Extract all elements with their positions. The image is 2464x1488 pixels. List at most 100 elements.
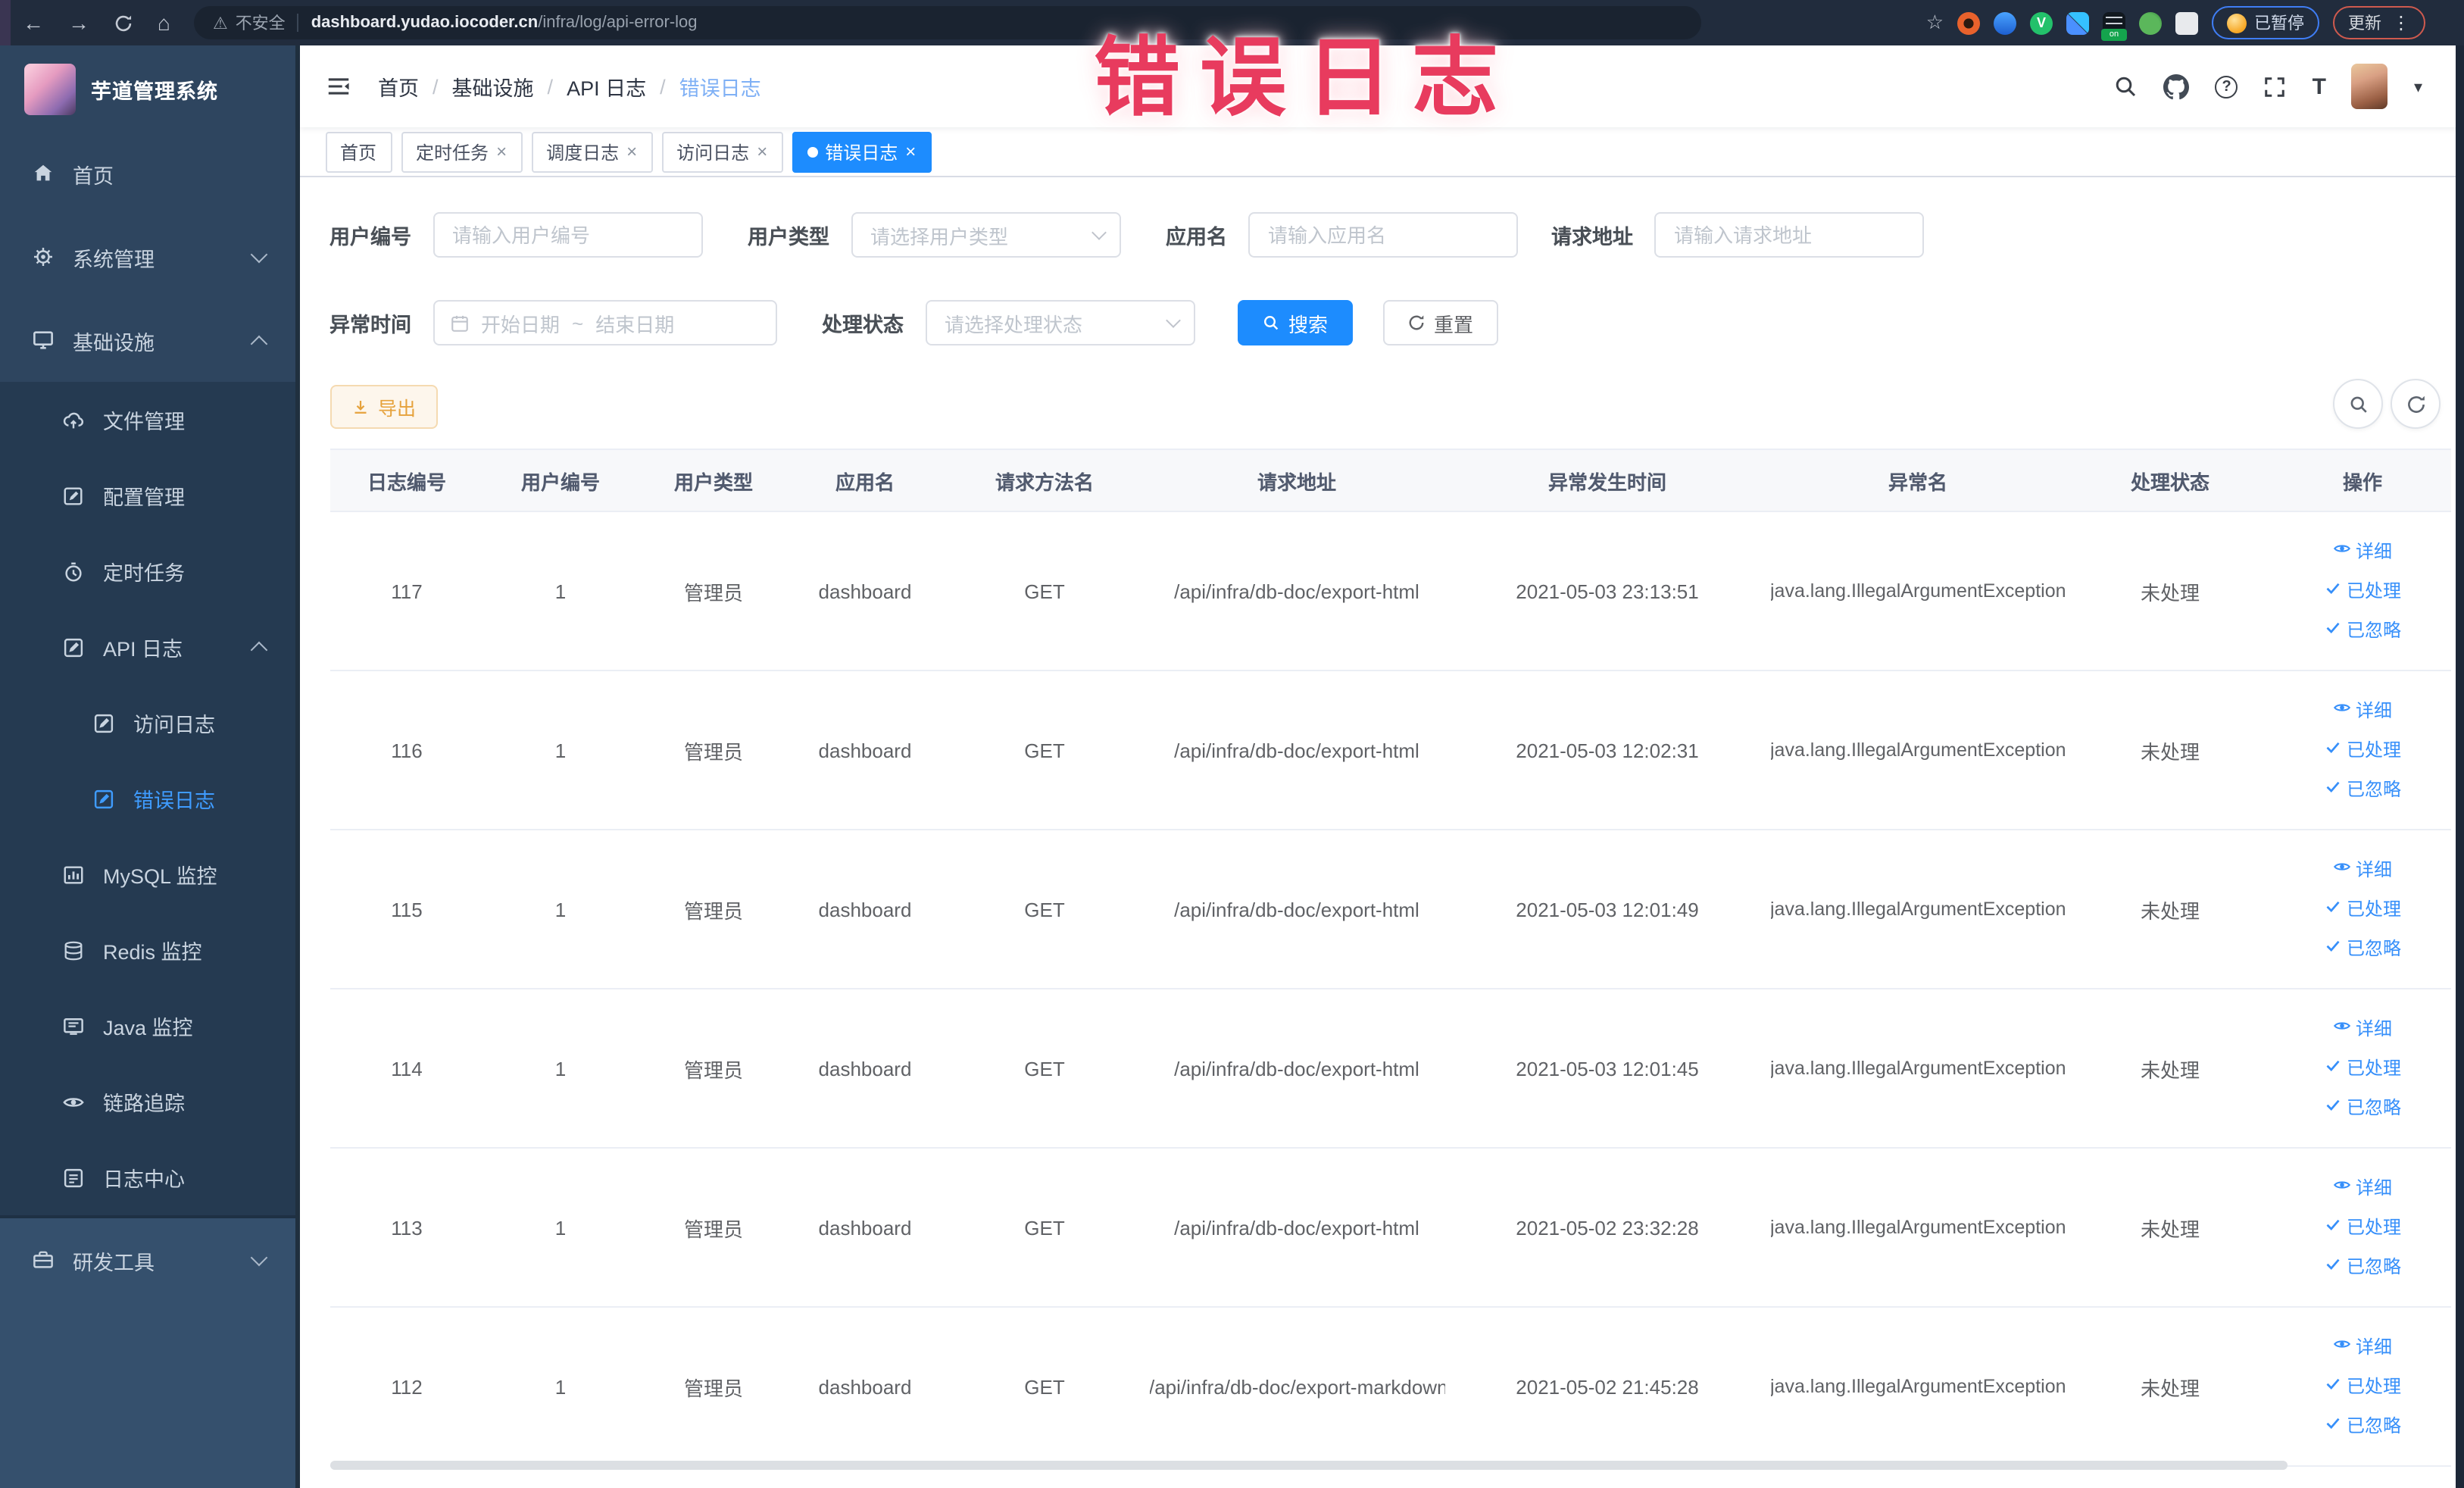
detail-link[interactable]: 详细 (2275, 1168, 2450, 1208)
extension-plant-icon[interactable] (2139, 11, 2162, 34)
export-button[interactable]: 导出 (329, 385, 438, 429)
font-size-icon[interactable]: T (2313, 73, 2326, 99)
app-name-input[interactable] (1248, 212, 1518, 258)
search-toggle-button[interactable] (2333, 379, 2383, 429)
forward-icon[interactable]: → (68, 12, 89, 33)
mark-ignored-link[interactable]: 已忽略 (2275, 770, 2450, 809)
detail-link[interactable]: 详细 (2275, 691, 2450, 730)
search-icon[interactable] (2114, 74, 2138, 98)
mark-processed-link[interactable]: 已处理 (2275, 1208, 2450, 1247)
cell-time: 2021-05-02 21:45:28 (1444, 1307, 1770, 1467)
mark-ignored-link[interactable]: 已忽略 (2275, 929, 2450, 968)
browser-home-icon[interactable]: ⌂ (158, 12, 170, 33)
exception-time-range-input[interactable]: 开始日期 ~ 结束日期 (433, 300, 776, 345)
sidebar-item-12[interactable]: 链路追踪 (0, 1064, 295, 1139)
sidebar-item-3[interactable]: 文件管理 (0, 382, 295, 458)
extension-green-v-icon[interactable]: V (2030, 11, 2053, 34)
mark-ignored-link[interactable]: 已忽略 (2275, 1247, 2450, 1286)
refresh-button[interactable] (2391, 379, 2441, 429)
reset-button[interactable]: 重置 (1382, 300, 1498, 345)
sidebar-item-8[interactable]: 错误日志 (0, 761, 295, 836)
sidebar-item-1[interactable]: 系统管理 (0, 215, 295, 299)
tab-2[interactable]: 调度日志 × (531, 131, 653, 172)
filter-row-1: 用户编号 用户类型 请选择用户类型 应用名 请求地址 (329, 212, 2451, 258)
user-id-input[interactable] (433, 212, 702, 258)
page-content: 用户编号 用户类型 请选择用户类型 应用名 请求地址 异常时间 (299, 177, 2464, 1470)
extensions-puzzle-icon[interactable] (2175, 11, 2198, 34)
window-scrollbar[interactable] (2456, 45, 2464, 1488)
sidebar-item-0[interactable]: 首页 (0, 132, 295, 215)
app-logo-row[interactable]: 芋道管理系统 (0, 45, 295, 132)
tab-4-active[interactable]: 错误日志 × (792, 131, 932, 172)
sidebar-item-4[interactable]: 配置管理 (0, 458, 295, 533)
mark-processed-link[interactable]: 已处理 (2275, 730, 2450, 770)
fullscreen-icon[interactable] (2264, 75, 2287, 98)
reload-icon[interactable] (114, 13, 133, 33)
close-icon[interactable]: × (757, 142, 767, 161)
mark-processed-link[interactable]: 已处理 (2275, 571, 2450, 611)
close-icon[interactable]: × (626, 142, 637, 161)
app-logo[interactable] (24, 63, 76, 114)
mark-processed-link[interactable]: 已处理 (2275, 1367, 2450, 1406)
chevron-down-icon (1091, 225, 1106, 240)
sidebar-fold-icon[interactable] (325, 74, 351, 98)
detail-link[interactable]: 详细 (2275, 850, 2450, 889)
process-status-select[interactable]: 请选择处理状态 (925, 300, 1195, 345)
cell-user_type: 管理员 (637, 511, 790, 671)
sidebar-item-9[interactable]: MySQL 监控 (0, 836, 295, 912)
topbar: 首页 / 基础设施 / API 日志 / 错误日志 ? T ▾ (299, 45, 2464, 127)
cell-user_id: 1 (484, 1148, 637, 1308)
tab-0[interactable]: 首页 (325, 131, 392, 172)
sidebar-item-14[interactable]: 研发工具 (0, 1218, 295, 1302)
cell-time: 2021-05-02 23:32:28 (1444, 1148, 1770, 1308)
extension-orange-icon[interactable] (1957, 11, 1980, 34)
user-menu-caret-icon[interactable]: ▾ (2414, 77, 2422, 96)
sidebar-item-2[interactable]: 基础设施 (0, 299, 295, 382)
sidebar-item-10[interactable]: Redis 监控 (0, 912, 295, 988)
breadcrumb-api-log[interactable]: API 日志 (567, 71, 646, 102)
address-bar[interactable]: ⚠ 不安全 dashboard.yudao.iocoder.cn/infra/l… (194, 6, 1702, 39)
sidebar-item-13[interactable]: 日志中心 (0, 1139, 295, 1215)
check-icon (2324, 571, 2342, 611)
breadcrumb-home[interactable]: 首页 (378, 71, 419, 102)
horizontal-scrollbar[interactable] (329, 1461, 2287, 1470)
detail-link[interactable]: 详细 (2275, 532, 2450, 571)
mark-processed-link[interactable]: 已处理 (2275, 889, 2450, 929)
user-avatar[interactable] (2351, 64, 2388, 109)
security-label[interactable]: 不安全 (236, 11, 286, 35)
back-icon[interactable]: ← (23, 12, 44, 33)
close-icon[interactable]: × (496, 142, 507, 161)
sidebar-item-6[interactable]: API 日志 (0, 609, 295, 685)
detail-link[interactable]: 详细 (2275, 1009, 2450, 1049)
detail-link[interactable]: 详细 (2275, 1327, 2450, 1367)
mark-ignored-link[interactable]: 已忽略 (2275, 1088, 2450, 1127)
tab-1[interactable]: 定时任务 × (401, 131, 523, 172)
tab-3[interactable]: 访问日志 × (661, 131, 783, 172)
sidebar-item-label: Java 监控 (103, 1017, 193, 1039)
close-icon[interactable]: × (905, 142, 916, 161)
browser-update-pill[interactable]: 更新 ⋮ (2333, 6, 2425, 39)
search-button[interactable]: 搜索 (1237, 300, 1353, 345)
github-icon[interactable] (2163, 73, 2190, 99)
extension-grid-icon[interactable] (2066, 11, 2089, 34)
breadcrumb: 首页 / 基础设施 / API 日志 / 错误日志 (378, 71, 761, 102)
app-title: 芋道管理系统 (91, 80, 218, 102)
kebab-menu-icon[interactable]: ⋮ (2392, 12, 2410, 33)
eye-icon (2333, 1168, 2351, 1208)
mark-processed-link[interactable]: 已处理 (2275, 1049, 2450, 1088)
sidebar-item-7[interactable]: 访问日志 (0, 685, 295, 761)
screen: ← → ⌂ ⚠ 不安全 dashboard.yudao.iocoder.cn/i… (0, 0, 2464, 1488)
bookmark-star-icon[interactable]: ☆ (1926, 11, 1944, 35)
extensions-paused-pill[interactable]: 已暂停 (2212, 6, 2319, 39)
mark-ignored-link[interactable]: 已忽略 (2275, 1406, 2450, 1446)
request-url-input[interactable] (1654, 212, 1924, 258)
sidebar-item-5[interactable]: 定时任务 (0, 533, 295, 609)
user-type-select[interactable]: 请选择用户类型 (851, 212, 1120, 258)
cell-status: 未处理 (2066, 830, 2275, 989)
breadcrumb-infra[interactable]: 基础设施 (452, 71, 534, 102)
mark-ignored-link[interactable]: 已忽略 (2275, 611, 2450, 650)
extension-shield-icon[interactable] (1994, 11, 2016, 34)
extension-equalizer-icon[interactable]: on (2101, 11, 2127, 40)
sidebar-item-11[interactable]: Java 监控 (0, 988, 295, 1064)
help-icon[interactable]: ? (2215, 75, 2238, 98)
